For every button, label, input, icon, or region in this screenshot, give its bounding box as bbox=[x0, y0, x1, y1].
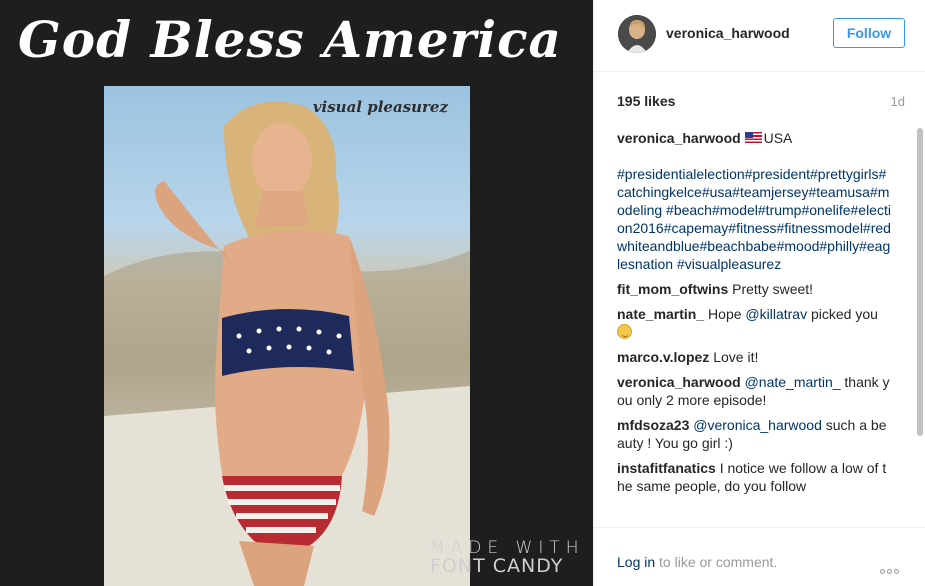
post-footer: Log in to like or comment. bbox=[594, 527, 925, 586]
caption-text: USA bbox=[763, 130, 793, 146]
list-item: instafitfanatics I notice we follow a lo… bbox=[617, 459, 893, 495]
login-prompt-text: to like or comment. bbox=[659, 554, 778, 570]
post-username[interactable]: veronica_harwood bbox=[666, 25, 790, 41]
list-item: marco.v.lopez Love it! bbox=[617, 348, 893, 366]
comment-text: Pretty sweet! bbox=[732, 281, 814, 297]
hashtag-list[interactable]: #presidentialelection#president#prettygi… bbox=[617, 165, 893, 273]
comment-mention[interactable]: @veronica_harwood bbox=[693, 417, 822, 433]
comments-list[interactable]: veronica_harwood USA #presidentialelecti… bbox=[617, 129, 893, 527]
comment-text-after: picked you bbox=[810, 306, 878, 322]
comment-username[interactable]: instafitfanatics bbox=[617, 460, 716, 476]
comment-text: Hope bbox=[708, 306, 742, 322]
comment-mention[interactable]: @nate_martin_ bbox=[745, 374, 841, 390]
comment-username[interactable]: mfdsoza23 bbox=[617, 417, 689, 433]
login-link[interactable]: Log in bbox=[617, 554, 655, 570]
comments-scrollbar[interactable] bbox=[917, 128, 923, 436]
winking-face-icon bbox=[617, 324, 632, 339]
comment-username[interactable]: marco.v.lopez bbox=[617, 349, 709, 365]
comment-mention[interactable]: @killatrav bbox=[745, 306, 807, 322]
comment-username[interactable]: nate_martin_ bbox=[617, 306, 704, 322]
list-item: mfdsoza23 @veronica_harwood such a beaut… bbox=[617, 416, 893, 452]
likes-row: 195 likes 1d bbox=[617, 93, 905, 113]
list-item: fit_mom_oftwins Pretty sweet! bbox=[617, 280, 893, 298]
us-flag-icon bbox=[744, 132, 762, 143]
login-prompt: Log in to like or comment. bbox=[617, 554, 777, 570]
photo-watermark-text: visual pleasurez bbox=[312, 98, 448, 116]
follow-button[interactable]: Follow bbox=[833, 18, 905, 48]
post-photo[interactable]: visual pleasurez bbox=[104, 86, 470, 586]
avatar[interactable] bbox=[618, 15, 656, 53]
post-header: veronica_harwood Follow bbox=[594, 0, 925, 72]
post-media: God Bless America visual pleasurez MADE … bbox=[0, 0, 593, 586]
avatar-image bbox=[618, 15, 656, 53]
image-title-text: God Bless America bbox=[18, 10, 562, 69]
font-candy-watermark: FONT CANDY bbox=[430, 555, 564, 577]
post-side-panel: veronica_harwood Follow 195 likes 1d ver… bbox=[593, 0, 925, 586]
more-options-icon[interactable] bbox=[880, 561, 904, 574]
comment-username[interactable]: fit_mom_oftwins bbox=[617, 281, 728, 297]
comment-username[interactable]: veronica_harwood bbox=[617, 374, 741, 390]
list-item: veronica_harwood @nate_martin_ thank you… bbox=[617, 373, 893, 409]
caption-username[interactable]: veronica_harwood bbox=[617, 130, 741, 146]
post-time[interactable]: 1d bbox=[891, 94, 905, 109]
likes-count[interactable]: 195 likes bbox=[617, 93, 675, 109]
list-item: nate_martin_ Hope @killatrav picked you bbox=[617, 305, 893, 341]
caption: veronica_harwood USA bbox=[617, 129, 893, 147]
model-figure-illustration bbox=[104, 101, 470, 586]
comment-text: Love it! bbox=[713, 349, 759, 365]
